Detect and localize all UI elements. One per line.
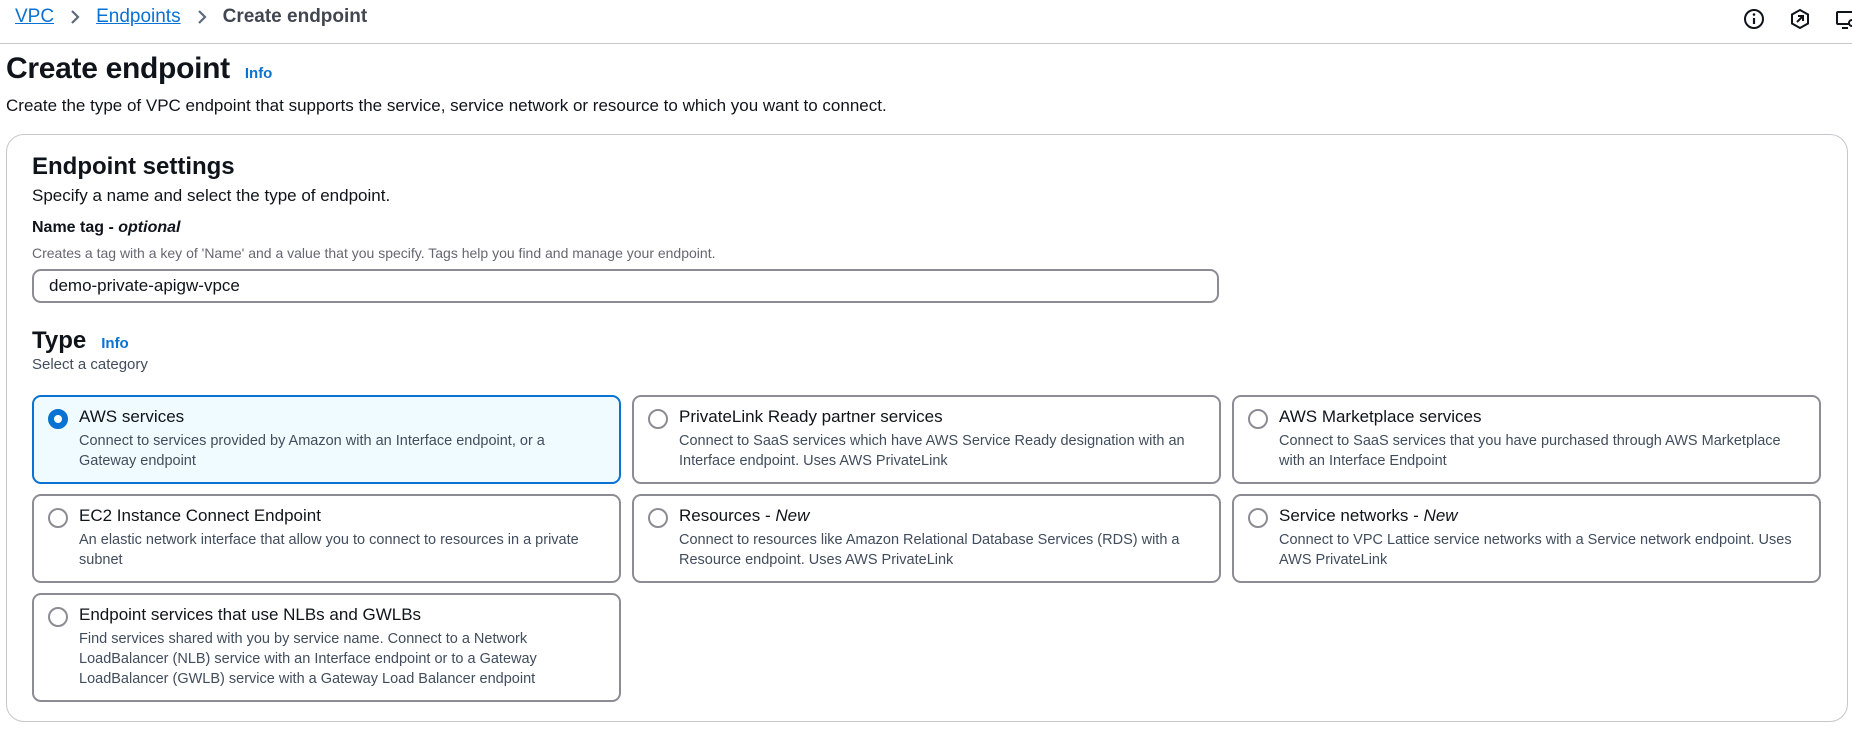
type-option-description: An elastic network interface that allow … [79, 532, 579, 568]
radio-selected-icon[interactable] [48, 409, 68, 429]
type-option-description: Connect to SaaS services that you have p… [1279, 433, 1781, 469]
radio-icon[interactable] [1248, 409, 1268, 429]
type-option-description: Connect to VPC Lattice service networks … [1279, 532, 1792, 568]
page-title: Create endpoint [6, 52, 230, 85]
type-option-title: Service networks - New [1279, 506, 1458, 526]
type-option-title-text: AWS Marketplace services [1279, 407, 1482, 426]
type-option-title-text: AWS services [79, 407, 185, 426]
radio-icon[interactable] [48, 508, 68, 528]
type-option-description: Connect to resources like Amazon Relatio… [679, 532, 1180, 568]
page-info-link[interactable]: Info [245, 65, 273, 82]
top-bar: VPC Endpoints Create endpoint [0, 0, 1852, 44]
type-option-description: Connect to services provided by Amazon w… [79, 433, 545, 469]
type-option-title: Endpoint services that use NLBs and GWLB… [79, 605, 421, 625]
breadcrumb: VPC Endpoints Create endpoint [15, 6, 367, 28]
type-option-description: Connect to SaaS services which have AWS … [679, 433, 1185, 469]
type-option-title: AWS services [79, 407, 184, 427]
type-option-title: PrivateLink Ready partner services [679, 407, 943, 427]
new-tag: New [1423, 506, 1458, 525]
breadcrumb-vpc[interactable]: VPC [15, 6, 54, 28]
section-title: Endpoint settings [32, 153, 235, 180]
radio-icon[interactable] [648, 508, 668, 528]
type-option-title: EC2 Instance Connect Endpoint [79, 506, 321, 526]
page-description: Create the type of VPC endpoint that sup… [6, 96, 887, 115]
type-option-aws-services[interactable]: AWS services Connect to services provide… [32, 395, 621, 484]
name-tag-optional: optional [118, 219, 181, 236]
type-option-service-networks[interactable]: Service networks - New Connect to VPC La… [1232, 494, 1821, 583]
name-tag-label-text: Name tag - [32, 219, 119, 236]
type-description: Select a category [32, 356, 148, 373]
chevron-right-icon [197, 9, 207, 25]
endpoint-settings-container: Endpoint settings Specify a name and sel… [6, 134, 1848, 722]
section-description: Specify a name and select the type of en… [32, 186, 391, 205]
breadcrumb-current: Create endpoint [222, 6, 368, 27]
new-tag: New [775, 506, 810, 525]
type-option-title: AWS Marketplace services [1279, 407, 1481, 427]
type-option-description: Find services shared with you by service… [79, 631, 537, 687]
name-tag-input[interactable] [32, 269, 1219, 303]
type-option-title-text: Resources - [679, 506, 776, 525]
type-option-marketplace[interactable]: AWS Marketplace services Connect to SaaS… [1232, 395, 1821, 484]
type-header: Type Info [32, 327, 129, 355]
type-info-link[interactable]: Info [101, 335, 129, 352]
type-option-title-text: Endpoint services that use NLBs and GWLB… [79, 605, 422, 624]
type-title: Type [32, 327, 87, 354]
type-option-title-text: PrivateLink Ready partner services [679, 407, 943, 426]
type-option-resources[interactable]: Resources - New Connect to resources lik… [632, 494, 1221, 583]
chevron-right-icon [70, 9, 80, 25]
breadcrumb-endpoints[interactable]: Endpoints [96, 6, 181, 28]
radio-icon[interactable] [48, 607, 68, 627]
name-tag-label: Name tag - optional [32, 219, 180, 237]
type-option-ec2-instance-connect[interactable]: EC2 Instance Connect Endpoint An elastic… [32, 494, 621, 583]
type-option-endpoint-services[interactable]: Endpoint services that use NLBs and GWLB… [32, 593, 621, 702]
radio-icon[interactable] [648, 409, 668, 429]
name-tag-description: Creates a tag with a key of 'Name' and a… [32, 245, 716, 261]
info-circle-icon[interactable] [1740, 5, 1768, 33]
type-option-title: Resources - New [679, 506, 809, 526]
type-option-title-text: Service networks - [1279, 506, 1424, 525]
type-option-title-text: EC2 Instance Connect Endpoint [79, 506, 321, 525]
page-header: Create endpoint Info [6, 52, 272, 86]
settings-hex-icon[interactable] [1786, 5, 1814, 33]
header-icons [1740, 5, 1852, 33]
preferences-icon[interactable] [1832, 5, 1852, 33]
type-option-privatelink-partner[interactable]: PrivateLink Ready partner services Conne… [632, 395, 1221, 484]
radio-icon[interactable] [1248, 508, 1268, 528]
